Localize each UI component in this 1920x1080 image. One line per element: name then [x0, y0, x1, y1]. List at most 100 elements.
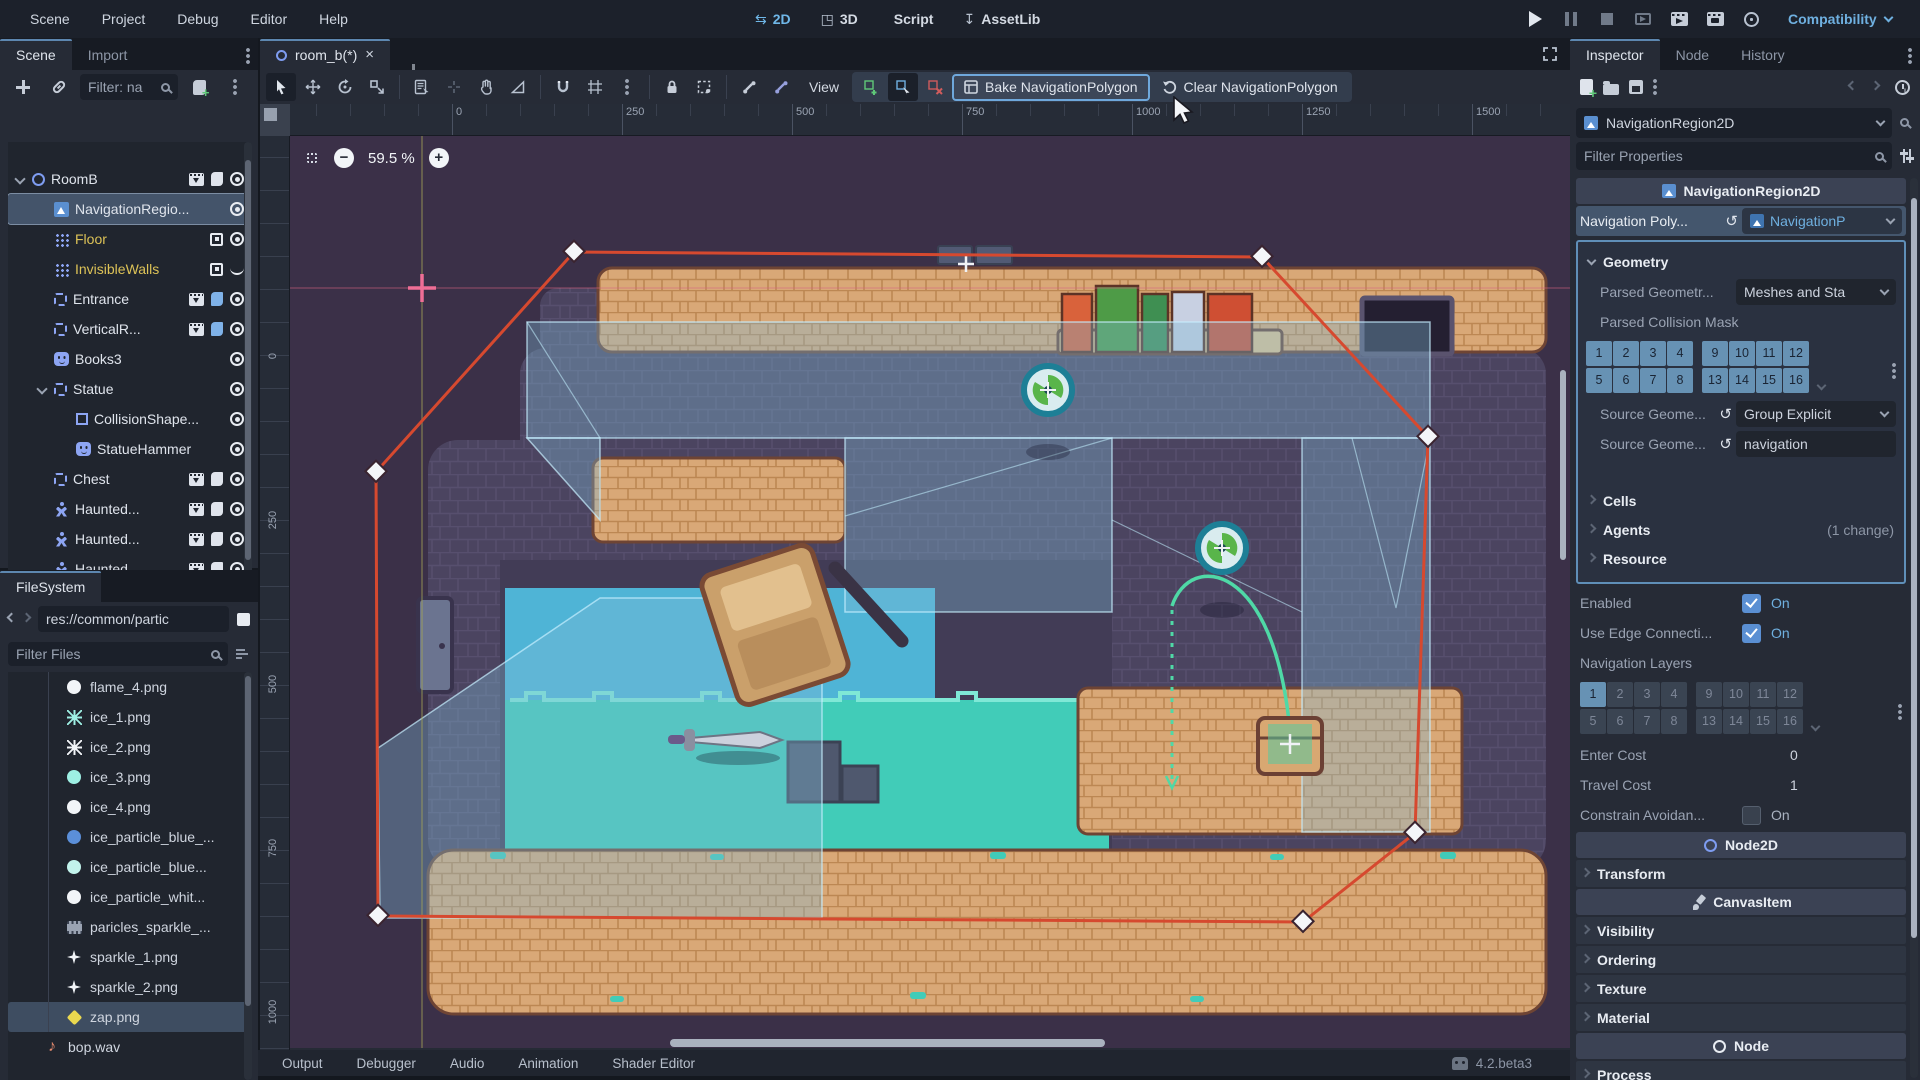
- open-docs-icon[interactable]: [1900, 118, 1909, 127]
- select-list-button[interactable]: [407, 73, 437, 101]
- stop-button[interactable]: [1596, 8, 1618, 30]
- layer-bit-cell[interactable]: 13: [1696, 709, 1722, 734]
- layer-bit-cell[interactable]: 16: [1777, 709, 1803, 734]
- scene-tree-row[interactable]: Haunted...: [8, 494, 250, 524]
- layer-bit-cell[interactable]: 11: [1750, 682, 1776, 707]
- path-field[interactable]: res://common/partic: [38, 606, 229, 632]
- layer-bit-cell[interactable]: 4: [1661, 682, 1687, 707]
- history-icon[interactable]: [1895, 79, 1910, 95]
- menu-item[interactable]: Project: [90, 7, 158, 31]
- inspector-vscrollbar[interactable]: [1910, 178, 1918, 1078]
- file-row[interactable]: ice_2.png: [8, 732, 250, 762]
- file-row[interactable]: ice_particle_whit...: [8, 882, 250, 912]
- visibility-toggle-icon[interactable]: [230, 202, 244, 216]
- bottom-panel-tab[interactable]: Animation: [518, 1056, 578, 1071]
- menu-item[interactable]: Debug: [165, 7, 230, 31]
- section-cells[interactable]: Cells: [1582, 487, 1900, 514]
- close-icon[interactable]: ×: [365, 47, 374, 62]
- scene-tree-row[interactable]: InvisibleWalls: [8, 254, 250, 284]
- toggle-split-icon[interactable]: [237, 612, 250, 626]
- menu-item[interactable]: Editor: [239, 7, 300, 31]
- pan-tool-button[interactable]: [471, 73, 501, 101]
- file-row[interactable]: ice_1.png: [8, 702, 250, 732]
- visibility-toggle-icon[interactable]: [230, 352, 244, 366]
- filter-properties-input[interactable]: Filter Properties: [1576, 142, 1892, 170]
- ruler-tool-button[interactable]: [503, 73, 533, 101]
- mask-bit-cell[interactable]: 3: [1640, 341, 1666, 366]
- script-badge-icon[interactable]: [210, 262, 223, 276]
- expand-grid-icon[interactable]: [1816, 380, 1827, 391]
- visibility-toggle-icon[interactable]: [230, 532, 244, 546]
- script-badge-icon[interactable]: [210, 232, 223, 246]
- layer-bit-cell[interactable]: 6: [1607, 709, 1633, 734]
- revert-icon[interactable]: ↺: [1719, 405, 1732, 423]
- pixel-snap-icon[interactable]: [439, 73, 469, 101]
- section-resource[interactable]: Resource: [1582, 545, 1900, 572]
- zoom-out-button[interactable]: −: [334, 148, 354, 168]
- renderer-selector[interactable]: Compatibility: [1788, 7, 1894, 31]
- scene-tree-row[interactable]: NavigationRegio...: [8, 193, 250, 225]
- rotate-tool-button[interactable]: [330, 73, 360, 101]
- travel-cost-value[interactable]: 1: [1742, 777, 1902, 793]
- scene-tree-row[interactable]: StatueHammer: [8, 434, 250, 464]
- section-process[interactable]: Process: [1576, 1061, 1906, 1080]
- layer-bit-cell[interactable]: 10: [1723, 682, 1749, 707]
- skeleton-options-icon[interactable]: [766, 73, 796, 101]
- movie-badge-icon[interactable]: [189, 172, 204, 186]
- visibility-toggle-icon[interactable]: [230, 322, 244, 336]
- revert-icon[interactable]: ↺: [1725, 212, 1738, 230]
- mask-bit-cell[interactable]: 13: [1702, 368, 1728, 393]
- file-list-vscrollbar[interactable]: [244, 672, 252, 1080]
- visibility-toggle-icon[interactable]: [230, 292, 244, 306]
- play-button[interactable]: [1524, 8, 1546, 30]
- section-visibility[interactable]: Visibility: [1576, 917, 1906, 944]
- mask-bit-cell[interactable]: 6: [1613, 368, 1639, 393]
- file-row[interactable]: flame_4.png: [8, 672, 250, 702]
- edge-connections-checkbox[interactable]: [1742, 623, 1761, 643]
- canvas-vscrollbar[interactable]: [1559, 338, 1567, 638]
- sort-files-icon[interactable]: [236, 648, 250, 660]
- scene-tree-row[interactable]: CollisionShape...: [8, 404, 250, 434]
- play-custom-scene-button[interactable]: [1704, 8, 1726, 30]
- forward-icon[interactable]: [21, 612, 32, 623]
- mask-bit-cell[interactable]: 8: [1667, 368, 1693, 393]
- movie-maker-button[interactable]: [1740, 8, 1762, 30]
- workspace-button[interactable]: ↧ AssetLib: [953, 7, 1050, 32]
- tab-history[interactable]: History: [1725, 41, 1801, 70]
- script-badge-icon[interactable]: [211, 532, 223, 546]
- file-row[interactable]: ice_4.png: [8, 792, 250, 822]
- grid-menu-icon[interactable]: [1898, 704, 1902, 720]
- mask-bit-cell[interactable]: 11: [1756, 341, 1782, 366]
- visibility-toggle-icon[interactable]: [230, 412, 244, 426]
- workspace-button[interactable]: ◳ 3D: [811, 7, 868, 32]
- file-row[interactable]: paricles_sparkle_...: [8, 912, 250, 942]
- section-texture[interactable]: Texture: [1576, 975, 1906, 1002]
- layer-bit-cell[interactable]: 5: [1580, 709, 1606, 734]
- mask-bit-cell[interactable]: 1: [1586, 341, 1612, 366]
- movie-badge-icon[interactable]: [189, 532, 204, 546]
- property-tools-icon[interactable]: [1900, 149, 1914, 163]
- menu-item[interactable]: Scene: [18, 7, 82, 31]
- mask-bit-cell[interactable]: 12: [1783, 341, 1809, 366]
- revert-icon[interactable]: ↺: [1719, 435, 1732, 453]
- dock-menu-icon[interactable]: [1908, 48, 1912, 64]
- load-resource-icon[interactable]: [1603, 80, 1619, 95]
- constrain-avoidance-checkbox[interactable]: [1742, 805, 1761, 825]
- history-forward-icon[interactable]: [1870, 80, 1881, 91]
- layer-bit-cell[interactable]: 1: [1580, 682, 1606, 707]
- select-tool-button[interactable]: [266, 73, 296, 101]
- visibility-toggle-icon[interactable]: [230, 382, 244, 396]
- expand-viewport-icon[interactable]: [1542, 46, 1558, 62]
- resource-menu-icon[interactable]: [1653, 79, 1657, 95]
- mask-bit-cell[interactable]: 2: [1613, 341, 1639, 366]
- section-ordering[interactable]: Ordering: [1576, 946, 1906, 973]
- play-remote-button[interactable]: [1632, 8, 1654, 30]
- movie-badge-icon[interactable]: [189, 472, 204, 486]
- file-filter-input[interactable]: Filter Files: [8, 642, 228, 666]
- scene-tree-row[interactable]: Entrance: [8, 284, 250, 314]
- script-badge-icon[interactable]: [211, 172, 223, 186]
- file-row[interactable]: ice_particle_blue...: [8, 852, 250, 882]
- layer-bit-cell[interactable]: 8: [1661, 709, 1687, 734]
- view-menu-button[interactable]: View: [798, 73, 850, 101]
- mask-bit-cell[interactable]: 15: [1756, 368, 1782, 393]
